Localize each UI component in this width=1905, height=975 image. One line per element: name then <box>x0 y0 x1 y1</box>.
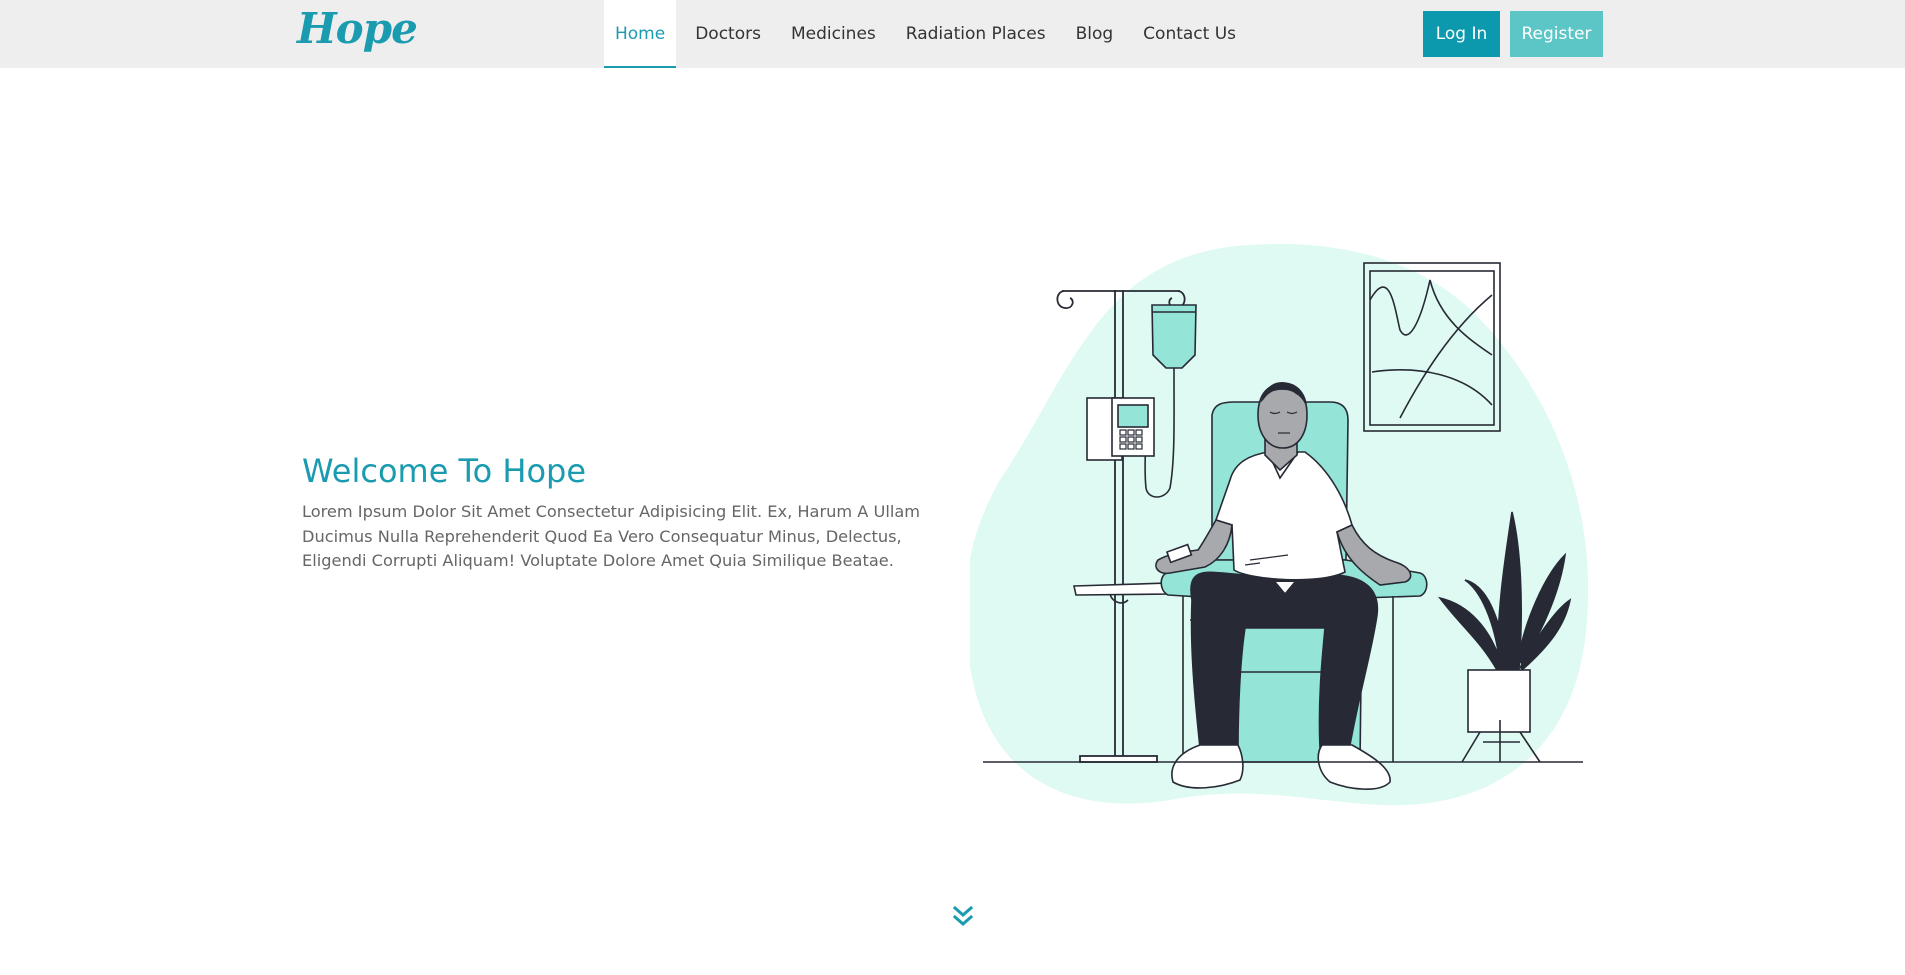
hero-description: Lorem Ipsum Dolor Sit Amet Consectetur A… <box>302 502 921 570</box>
double-chevron-down-icon[interactable] <box>951 905 975 929</box>
nav-blog[interactable]: Blog <box>1065 0 1125 68</box>
hero-title: Welcome To Hope <box>302 452 587 490</box>
infusion-pump <box>1086 397 1155 461</box>
register-button[interactable]: Register <box>1510 11 1603 57</box>
nav-radiation-places[interactable]: Radiation Places <box>895 0 1057 68</box>
top-navbar: Hope Home Doctors Medicines Radiation Pl… <box>0 0 1905 68</box>
brand-logo[interactable]: Hope <box>297 4 418 53</box>
nav-contact-us[interactable]: Contact Us <box>1132 0 1247 68</box>
main-nav: Home Doctors Medicines Radiation Places … <box>604 0 1247 68</box>
nav-home[interactable]: Home <box>604 0 677 68</box>
nav-medicines[interactable]: Medicines <box>780 0 887 68</box>
nav-doctors[interactable]: Doctors <box>684 0 772 68</box>
login-button[interactable]: Log In <box>1423 11 1500 57</box>
patient-iv-illustration <box>970 244 1589 806</box>
